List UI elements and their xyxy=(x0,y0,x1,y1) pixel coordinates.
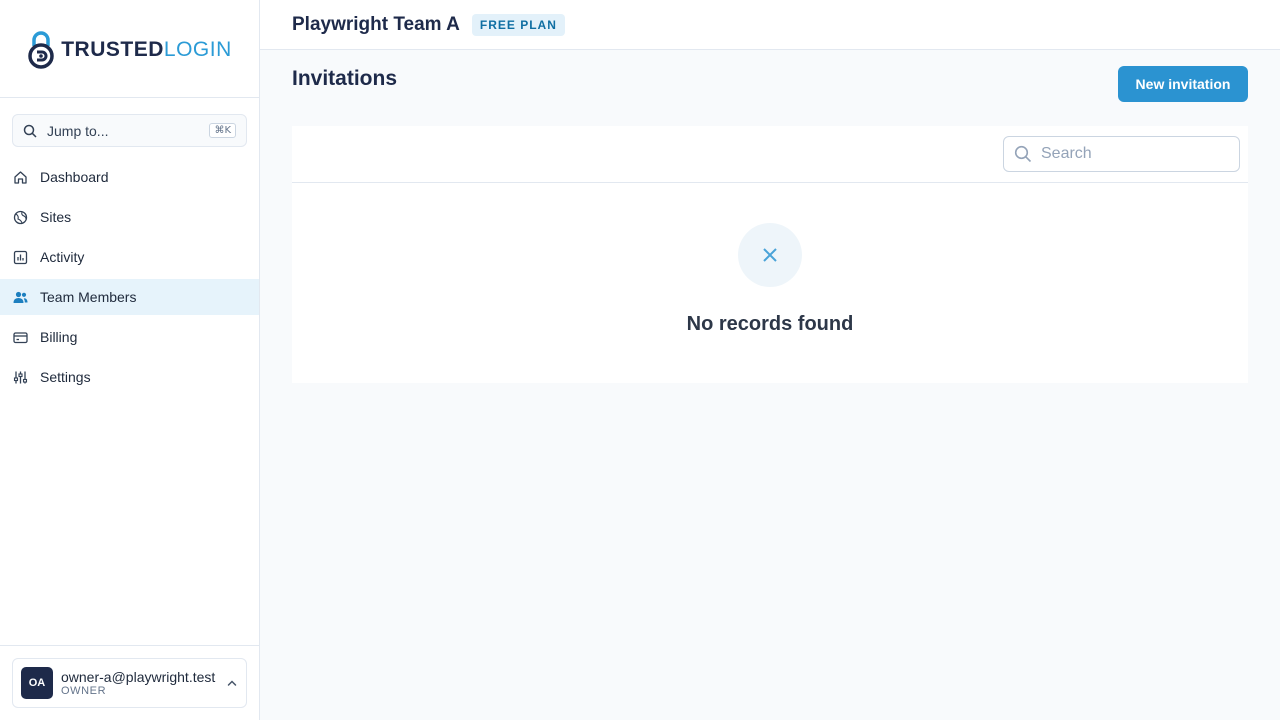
logo-wordmark: TRUSTEDLOGIN xyxy=(61,37,232,61)
table-toolbar xyxy=(292,126,1248,183)
sidebar-item-settings[interactable]: Settings xyxy=(0,359,259,395)
credit-card-icon xyxy=(13,330,28,345)
search-input[interactable] xyxy=(1041,145,1221,163)
team-name: Playwright Team A xyxy=(292,13,460,35)
jump-to-search[interactable]: Jump to... ⌘K xyxy=(12,114,247,147)
lock-logo-icon xyxy=(28,30,54,69)
trustedlogin-logo[interactable]: TRUSTEDLOGIN xyxy=(27,30,232,70)
sliders-icon xyxy=(13,370,28,385)
top-header: Playwright Team A FREE PLAN xyxy=(260,0,1280,50)
sidebar-item-label: Activity xyxy=(40,249,85,265)
empty-state-icon-wrap xyxy=(738,223,802,287)
plan-badge: FREE PLAN xyxy=(471,13,565,36)
invitations-table-card: No records found xyxy=(292,126,1248,383)
sidebar-item-team-members[interactable]: Team Members xyxy=(0,279,259,315)
empty-state-text: No records found xyxy=(686,313,854,335)
globe-icon xyxy=(13,210,28,225)
sidebar-item-label: Team Members xyxy=(40,289,137,305)
jump-to-label: Jump to... xyxy=(47,122,109,139)
divider xyxy=(0,645,259,646)
chevron-up-icon xyxy=(226,677,238,689)
user-info: owner-a@playwright.test OWNER xyxy=(61,669,226,697)
home-icon xyxy=(13,170,28,185)
sidebar-item-label: Sites xyxy=(40,209,72,225)
sidebar-item-label: Dashboard xyxy=(40,169,109,185)
close-icon xyxy=(763,248,777,262)
sidebar-item-label: Billing xyxy=(40,329,78,345)
user-role: OWNER xyxy=(61,685,107,697)
sidebar: TRUSTEDLOGIN Jump to... ⌘K Dashboard Sit… xyxy=(0,0,260,720)
sidebar-item-dashboard[interactable]: Dashboard xyxy=(0,159,259,195)
sidebar-item-billing[interactable]: Billing xyxy=(0,319,259,355)
sidebar-item-label: Settings xyxy=(40,369,91,385)
sidebar-item-sites[interactable]: Sites xyxy=(0,199,259,235)
avatar: OA xyxy=(21,667,53,699)
page-title: Invitations xyxy=(292,67,398,90)
new-invitation-button[interactable]: New invitation xyxy=(1118,66,1248,102)
user-menu[interactable]: OA owner-a@playwright.test OWNER xyxy=(12,658,247,708)
chart-icon xyxy=(13,250,28,265)
users-icon xyxy=(13,290,28,305)
search-icon xyxy=(1014,145,1032,163)
user-email: owner-a@playwright.test xyxy=(61,669,216,685)
logo-area: TRUSTEDLOGIN xyxy=(0,0,259,98)
search-icon xyxy=(23,124,37,138)
sidebar-nav: Dashboard Sites Activity Team Members Bi… xyxy=(0,159,259,399)
sidebar-item-activity[interactable]: Activity xyxy=(0,239,259,275)
search-field[interactable] xyxy=(1003,136,1240,172)
shortcut-badge: ⌘K xyxy=(209,123,236,138)
